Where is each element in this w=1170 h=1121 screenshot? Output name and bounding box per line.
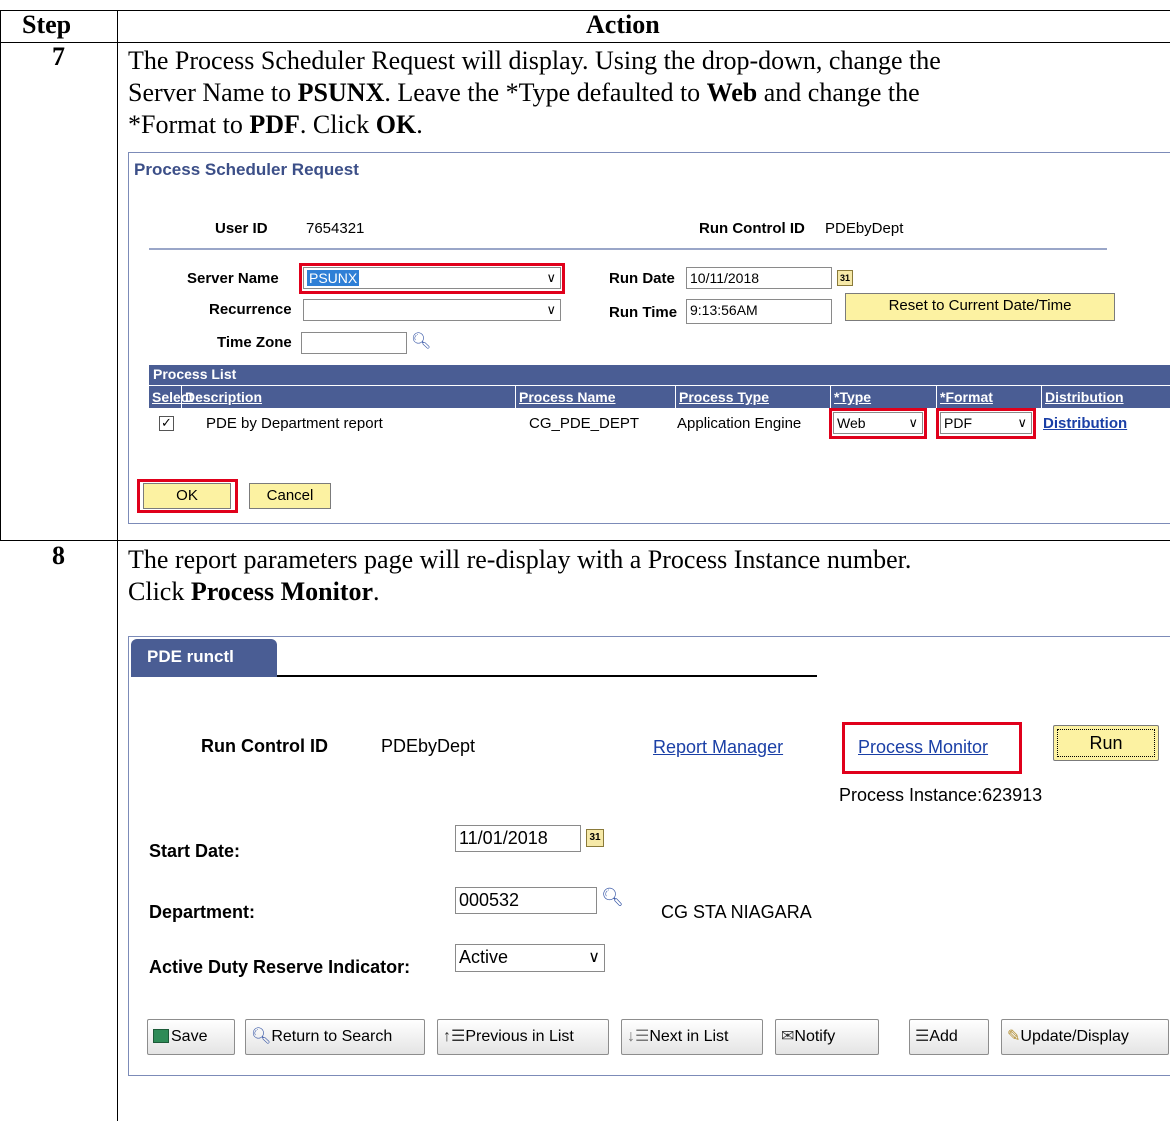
action-header: Action bbox=[586, 10, 660, 39]
department-label: Department: bbox=[149, 902, 256, 922]
select-checkbox[interactable]: ✓ bbox=[159, 416, 174, 431]
notify-button[interactable]: ✉Notify bbox=[775, 1019, 879, 1055]
report-manager-link[interactable]: Report Manager bbox=[653, 737, 783, 758]
add-icon: ☰ bbox=[915, 1028, 930, 1045]
run-control-label: Run Control ID bbox=[699, 220, 805, 237]
cancel-button[interactable]: Cancel bbox=[249, 483, 331, 509]
step-header: Step bbox=[22, 10, 72, 39]
user-id-label: User ID bbox=[215, 220, 268, 237]
start-date-label: Start Date: bbox=[149, 841, 241, 861]
run-control-label: Run Control ID bbox=[201, 736, 328, 756]
process-list-header: Select Description Process Name Process … bbox=[149, 386, 1170, 408]
table-header-divider bbox=[0, 42, 1170, 43]
process-monitor-highlight bbox=[842, 722, 1022, 774]
col-process-name[interactable]: Process Name bbox=[515, 386, 675, 408]
section-divider bbox=[149, 248, 1107, 250]
step8-instructions: The report parameters page will re-displ… bbox=[128, 544, 1168, 608]
notify-icon: ✉ bbox=[781, 1028, 795, 1045]
save-icon bbox=[153, 1029, 169, 1043]
process-list-title-bar: Process List bbox=[149, 365, 1170, 385]
col-format[interactable]: *Format bbox=[936, 386, 1041, 408]
col-process-type[interactable]: Process Type bbox=[675, 386, 830, 408]
run-date-input[interactable]: 10/11/2018 bbox=[686, 267, 832, 289]
table-left-border bbox=[0, 10, 1, 541]
step-number-7: 7 bbox=[52, 42, 65, 71]
run-control-value: PDEbyDept bbox=[825, 220, 904, 237]
run-control-screenshot: PDE runctl Run Control ID PDEbyDept Repo… bbox=[128, 636, 1170, 1076]
time-zone-label: Time Zone bbox=[217, 334, 292, 351]
step8-line1: The report parameters page will re-displ… bbox=[128, 545, 912, 574]
next-in-list-button[interactable]: ↓☰Next in List bbox=[621, 1019, 763, 1055]
previous-in-list-button[interactable]: ↑☰Previous in List bbox=[437, 1019, 609, 1055]
add-button[interactable]: ☰Add bbox=[909, 1019, 989, 1055]
department-name: CG STA NIAGARA bbox=[661, 902, 812, 922]
format-highlight bbox=[936, 408, 1036, 439]
run-time-input[interactable]: 9:13:56AM bbox=[686, 299, 832, 324]
search-icon[interactable]: 🔍︎ bbox=[601, 887, 624, 908]
col-type[interactable]: *Type bbox=[830, 386, 936, 408]
search-icon: 🔍︎ bbox=[251, 1028, 272, 1045]
reset-datetime-button[interactable]: Reset to Current Date/Time bbox=[845, 293, 1115, 321]
run-time-label: Run Time bbox=[609, 304, 678, 321]
col-distribution[interactable]: Distribution bbox=[1041, 386, 1170, 408]
previous-icon: ↑☰ bbox=[443, 1028, 466, 1045]
run-control-value: PDEbyDept bbox=[381, 736, 476, 756]
page-title: Process Scheduler Request bbox=[134, 160, 359, 179]
tab-underline bbox=[277, 675, 817, 677]
step7-line2: Server Name to PSUNX. Leave the *Type de… bbox=[128, 78, 920, 107]
save-button[interactable]: Save bbox=[147, 1019, 235, 1055]
adri-label: Active Duty Reserve Indicator: bbox=[149, 957, 411, 977]
process-scheduler-screenshot: Process Scheduler Request User ID 765432… bbox=[128, 152, 1170, 524]
calendar-icon[interactable]: 31 bbox=[837, 270, 853, 286]
update-display-button[interactable]: ✎Update/Display bbox=[1001, 1019, 1169, 1055]
run-date-label: Run Date bbox=[609, 270, 675, 287]
update-icon: ✎ bbox=[1007, 1028, 1021, 1045]
step7-line1: The Process Scheduler Request will displ… bbox=[128, 46, 941, 75]
row-description: PDE by Department report bbox=[206, 415, 383, 432]
tab-pde-runctl[interactable]: PDE runctl bbox=[131, 639, 277, 677]
table-column-divider bbox=[117, 10, 118, 1121]
search-icon[interactable]: 🔍︎ bbox=[411, 331, 431, 351]
distribution-link[interactable]: Distribution bbox=[1043, 415, 1127, 432]
process-instance: Process Instance:623913 bbox=[839, 785, 1043, 805]
row-process-type: Application Engine bbox=[677, 415, 802, 432]
table-top-border bbox=[0, 10, 1170, 11]
step7-line3: *Format to PDF. Click OK. bbox=[128, 110, 423, 139]
type-highlight bbox=[829, 408, 927, 439]
calendar-icon[interactable]: 31 bbox=[586, 829, 604, 847]
ok-highlight bbox=[137, 479, 238, 513]
chevron-down-icon: ∨ bbox=[588, 949, 600, 966]
table-row: ✓ PDE by Department report CG_PDE_DEPT A… bbox=[149, 408, 1170, 440]
adri-value: Active bbox=[459, 947, 509, 967]
step-number-8: 8 bbox=[52, 541, 65, 570]
recurrence-select[interactable]: ∨ bbox=[303, 299, 561, 321]
server-name-highlight bbox=[299, 263, 565, 294]
time-zone-input[interactable] bbox=[301, 332, 407, 354]
return-to-search-button[interactable]: 🔍︎Return to Search bbox=[245, 1019, 425, 1055]
start-date-input[interactable]: 11/01/2018 bbox=[455, 825, 581, 852]
server-name-label: Server Name bbox=[187, 270, 279, 287]
user-id-value: 7654321 bbox=[306, 220, 365, 237]
toolbar: Save 🔍︎Return to Search ↑☰Previous in Li… bbox=[147, 1019, 1170, 1057]
chevron-down-icon: ∨ bbox=[546, 302, 556, 317]
row-process-name: CG_PDE_DEPT bbox=[529, 415, 640, 432]
table-row-divider bbox=[0, 540, 1170, 541]
recurrence-label: Recurrence bbox=[209, 301, 292, 318]
step8-line2: Click Process Monitor. bbox=[128, 577, 380, 606]
run-button[interactable]: Run bbox=[1053, 725, 1159, 761]
col-description[interactable]: Description bbox=[181, 386, 515, 408]
department-input[interactable]: 000532 bbox=[455, 887, 597, 914]
step7-instructions: The Process Scheduler Request will displ… bbox=[128, 45, 1168, 141]
next-icon: ↓☰ bbox=[627, 1028, 650, 1045]
adri-select[interactable]: Active ∨ bbox=[455, 944, 605, 972]
col-select[interactable]: Select bbox=[149, 386, 193, 408]
